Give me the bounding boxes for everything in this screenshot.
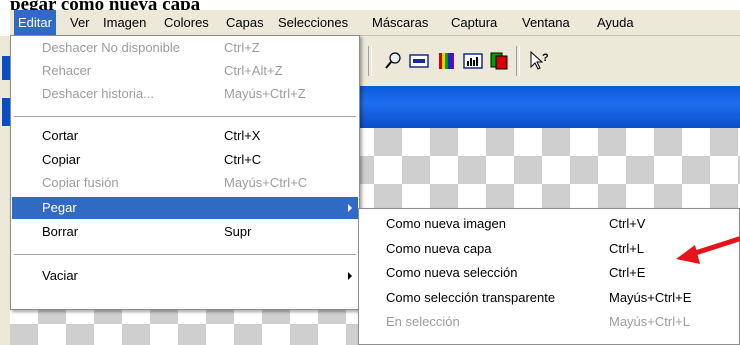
menu-mascaras[interactable]: Máscaras xyxy=(368,10,432,35)
menu-imagen[interactable]: Imagen xyxy=(99,10,150,35)
menu-item-undo-history[interactable]: Deshacer historia... Mayús+Ctrl+Z xyxy=(12,83,358,105)
menu-item-delete[interactable]: Borrar Supr xyxy=(12,221,358,243)
menu-item-cut[interactable]: Cortar Ctrl+X xyxy=(12,125,358,147)
menu-item-copy[interactable]: Copiar Ctrl+C xyxy=(12,149,358,171)
submenu-item-into-selection[interactable]: En selección Mayús+Ctrl+L xyxy=(360,311,738,333)
layers-icon[interactable] xyxy=(488,50,510,72)
menu-item-undo[interactable]: Deshacer No disponible Ctrl+Z xyxy=(12,37,358,59)
svg-text:?: ? xyxy=(542,52,549,64)
toolbar: ? xyxy=(360,36,740,86)
menu-capas[interactable]: Capas xyxy=(222,10,268,35)
submenu-arrow-icon xyxy=(348,272,352,280)
menu-ver[interactable]: Ver xyxy=(66,10,94,35)
red-arrow-icon xyxy=(676,236,740,264)
histogram-icon[interactable] xyxy=(462,50,484,72)
menu-colores[interactable]: Colores xyxy=(160,10,213,35)
context-help-icon[interactable]: ? xyxy=(528,50,550,72)
submenu-item-transparent-selection[interactable]: Como selección transparente Mayús+Ctrl+E xyxy=(360,287,738,309)
toolbar-separator xyxy=(516,46,520,76)
menu-ventana[interactable]: Ventana xyxy=(518,10,574,35)
zoom-icon[interactable] xyxy=(382,50,404,72)
menu-ayuda[interactable]: Ayuda xyxy=(593,10,638,35)
menu-separator xyxy=(14,254,356,255)
menu-captura[interactable]: Captura xyxy=(447,10,501,35)
overview-icon[interactable] xyxy=(408,50,430,72)
paste-submenu: Como nueva imagen Ctrl+V Como nueva capa… xyxy=(358,208,740,345)
menu-separator xyxy=(14,116,356,117)
title-bar xyxy=(360,86,740,128)
menu-item-paste[interactable]: Pegar xyxy=(12,197,358,219)
edit-menu: Deshacer No disponible Ctrl+Z Rehacer Ct… xyxy=(10,35,360,310)
menu-item-copy-merged[interactable]: Copiar fusión Mayús+Ctrl+C xyxy=(12,172,358,194)
submenu-item-new-image[interactable]: Como nueva imagen Ctrl+V xyxy=(360,213,738,235)
menu-item-empty[interactable]: Vaciar xyxy=(12,265,358,287)
menu-item-redo[interactable]: Rehacer Ctrl+Alt+Z xyxy=(12,60,358,82)
menu-editar[interactable]: Editar xyxy=(14,10,56,35)
menu-selecciones[interactable]: Selecciones xyxy=(274,10,352,35)
menu-bar: Editar Ver Imagen Colores Capas Seleccio… xyxy=(10,10,740,36)
submenu-arrow-icon xyxy=(348,204,352,212)
toolbar-separator xyxy=(368,46,372,76)
color-palette-icon[interactable] xyxy=(436,50,458,72)
